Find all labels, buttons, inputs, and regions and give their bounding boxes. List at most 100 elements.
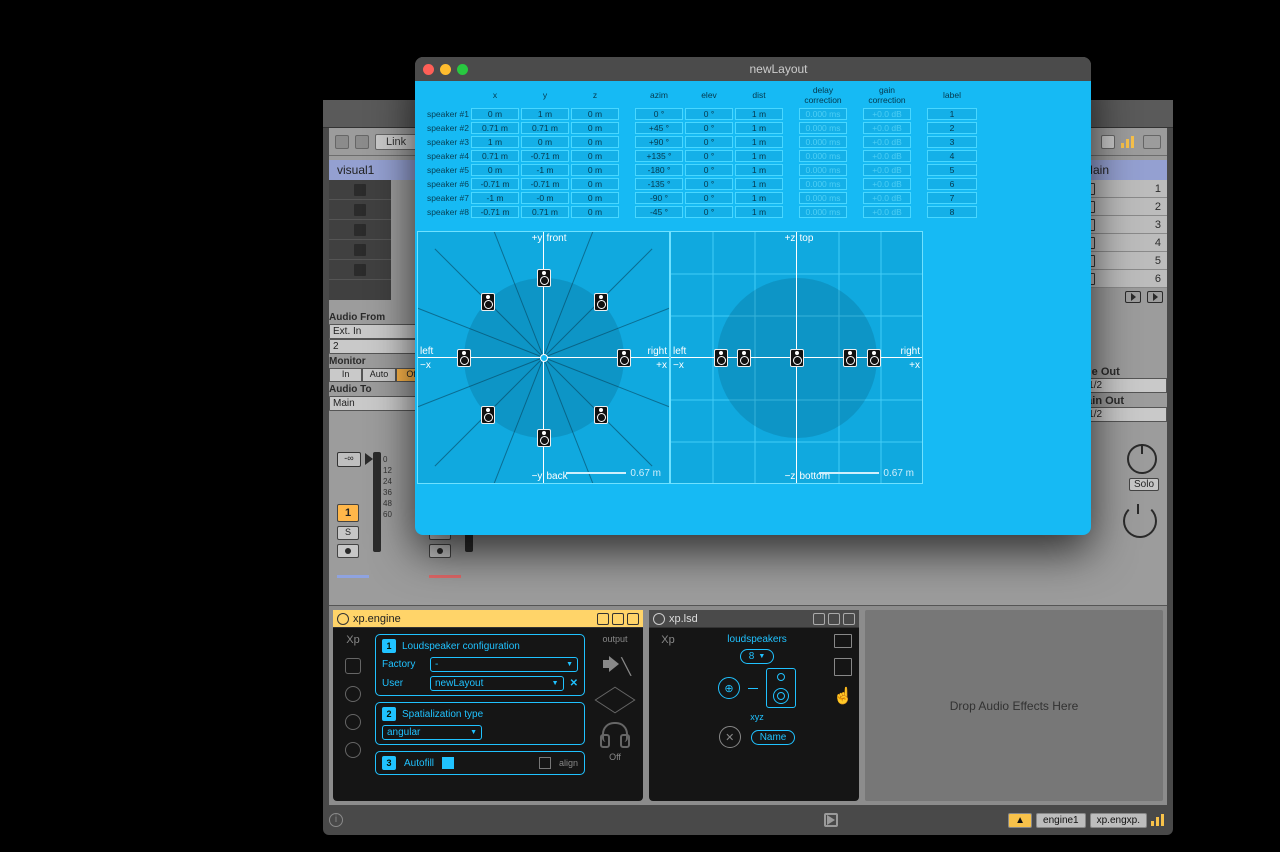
cell-label[interactable]: 4 — [927, 150, 977, 162]
speaker-icon[interactable] — [594, 406, 608, 424]
help-icon[interactable] — [345, 742, 361, 758]
cell-delay[interactable]: 0.000 ms — [799, 150, 847, 162]
speaker-icon[interactable] — [867, 349, 881, 367]
speaker-icon[interactable] — [714, 349, 728, 367]
cell-delay[interactable]: 0.000 ms — [799, 122, 847, 134]
xz-view[interactable]: +z top −z bottom left −x right +x 0.67 m — [670, 231, 923, 484]
cell-x[interactable]: -0.71 m — [471, 178, 519, 190]
device-hdr-icon[interactable] — [597, 613, 609, 625]
solo-label[interactable]: Solo — [1129, 478, 1159, 491]
record-scene-icon[interactable] — [1147, 291, 1163, 303]
speaker-icon[interactable] — [537, 429, 551, 447]
cell-azim[interactable]: +90 ° — [635, 136, 683, 148]
cell-elev[interactable]: 0 ° — [685, 192, 733, 204]
link-button[interactable]: Link — [375, 134, 417, 150]
folder-icon[interactable] — [834, 634, 852, 648]
cell-dist[interactable]: 1 m — [735, 192, 783, 204]
xp-label[interactable]: Xp — [346, 634, 359, 646]
drop-audio-effects-zone[interactable]: Drop Audio Effects Here — [865, 610, 1163, 801]
zoom-icon[interactable] — [457, 64, 468, 75]
cell-elev[interactable]: 0 ° — [685, 206, 733, 218]
cell-y[interactable]: 0 m — [521, 136, 569, 148]
track-activator-button[interactable]: 1 — [337, 504, 359, 522]
play-scene-icon[interactable] — [1125, 291, 1141, 303]
speaker-icon[interactable] — [617, 349, 631, 367]
xyz-node-icon[interactable]: ⊕ — [718, 677, 740, 699]
cell-dist[interactable]: 1 m — [735, 164, 783, 176]
cell-gain[interactable]: +0.0 dB — [863, 136, 911, 148]
master-pan-knob[interactable] — [1123, 504, 1157, 538]
cell-azim[interactable]: +135 ° — [635, 150, 683, 162]
volume-fader[interactable] — [373, 452, 381, 552]
cell-elev[interactable]: 0 ° — [685, 108, 733, 120]
cell-azim[interactable]: 0 ° — [635, 108, 683, 120]
device-hdr-icon[interactable] — [627, 613, 639, 625]
newlayout-titlebar[interactable]: newLayout — [415, 57, 1091, 81]
audio-from-select[interactable]: Ext. In — [329, 324, 429, 339]
audio-from-channel-select[interactable]: 2 — [329, 339, 429, 354]
view-bars-icon[interactable] — [1121, 136, 1137, 148]
cell-gain[interactable]: +0.0 dB — [863, 164, 911, 176]
cell-x[interactable]: 0 m — [471, 164, 519, 176]
speaker-icon[interactable] — [457, 349, 471, 367]
device-hdr-icon[interactable] — [843, 613, 855, 625]
factory-select[interactable]: - — [430, 657, 578, 672]
device-header[interactable]: xp.engine — [333, 610, 643, 628]
monitor-in-button[interactable]: In — [329, 368, 362, 382]
table-row[interactable]: speaker #7-1 m-0 m0 m-90 °0 °1 m0.000 ms… — [417, 192, 977, 204]
device-hdr-icon[interactable] — [828, 613, 840, 625]
speaker-icon[interactable] — [481, 406, 495, 424]
cell-x[interactable]: 0.71 m — [471, 150, 519, 162]
spatialization-select[interactable]: angular — [382, 725, 482, 740]
cell-gain[interactable]: +0.0 dB — [863, 122, 911, 134]
monitor-auto-button[interactable]: Auto — [362, 368, 395, 382]
meter-icon[interactable] — [1151, 814, 1167, 826]
cell-dist[interactable]: 1 m — [735, 150, 783, 162]
cell-elev[interactable]: 0 ° — [685, 164, 733, 176]
speaker-icon[interactable] — [790, 349, 804, 367]
speaker-icon[interactable] — [537, 269, 551, 287]
toolbar-square-2[interactable] — [355, 135, 369, 149]
gear-icon[interactable] — [345, 658, 361, 674]
device-hdr-icon[interactable] — [813, 613, 825, 625]
cell-z[interactable]: 0 m — [571, 192, 619, 204]
clip-slot[interactable] — [329, 200, 391, 220]
cell-delay[interactable]: 0.000 ms — [799, 164, 847, 176]
cell-z[interactable]: 0 m — [571, 178, 619, 190]
device-hdr-icon[interactable] — [612, 613, 624, 625]
device-power-icon[interactable] — [653, 613, 665, 625]
hand-icon[interactable]: ☝ — [833, 686, 853, 706]
cell-dist[interactable]: 1 m — [735, 108, 783, 120]
cell-delay[interactable]: 0.000 ms — [799, 108, 847, 120]
device-header[interactable]: xp.lsd — [649, 610, 859, 628]
speaker-icon[interactable] — [594, 293, 608, 311]
cell-dist[interactable]: 1 m — [735, 206, 783, 218]
speaker-muted-icon[interactable]: ╲ — [601, 654, 629, 678]
clip-slot[interactable] — [329, 180, 391, 200]
arm-button[interactable] — [429, 544, 451, 558]
autofill-checkbox[interactable] — [442, 757, 454, 769]
arm-button[interactable] — [337, 544, 359, 558]
play-button[interactable] — [824, 813, 838, 827]
cell-azim[interactable]: -180 ° — [635, 164, 683, 176]
table-row[interactable]: speaker #20.71 m0.71 m0 m+45 °0 °1 m0.00… — [417, 122, 977, 134]
clip-slot[interactable] — [329, 220, 391, 240]
cell-z[interactable]: 0 m — [571, 108, 619, 120]
speaker-count-select[interactable]: 8▼ — [740, 649, 775, 664]
cell-label[interactable]: 7 — [927, 192, 977, 204]
cell-y[interactable]: -0.71 m — [521, 150, 569, 162]
cell-delay[interactable]: 0.000 ms — [799, 136, 847, 148]
cell-elev[interactable]: 0 ° — [685, 122, 733, 134]
cell-z[interactable]: 0 m — [571, 122, 619, 134]
cell-gain[interactable]: +0.0 dB — [863, 206, 911, 218]
cell-gain[interactable]: +0.0 dB — [863, 192, 911, 204]
name-pill[interactable]: Name — [751, 730, 796, 745]
toolbar-square-1[interactable] — [335, 135, 349, 149]
audio-to-select[interactable]: Main — [329, 396, 429, 411]
cell-elev[interactable]: 0 ° — [685, 136, 733, 148]
cue-volume-knob[interactable] — [1127, 444, 1157, 474]
minimize-icon[interactable] — [440, 64, 451, 75]
cell-y[interactable]: -0.71 m — [521, 178, 569, 190]
table-row[interactable]: speaker #40.71 m-0.71 m0 m+135 °0 °1 m0.… — [417, 150, 977, 162]
cell-y[interactable]: 0.71 m — [521, 206, 569, 218]
